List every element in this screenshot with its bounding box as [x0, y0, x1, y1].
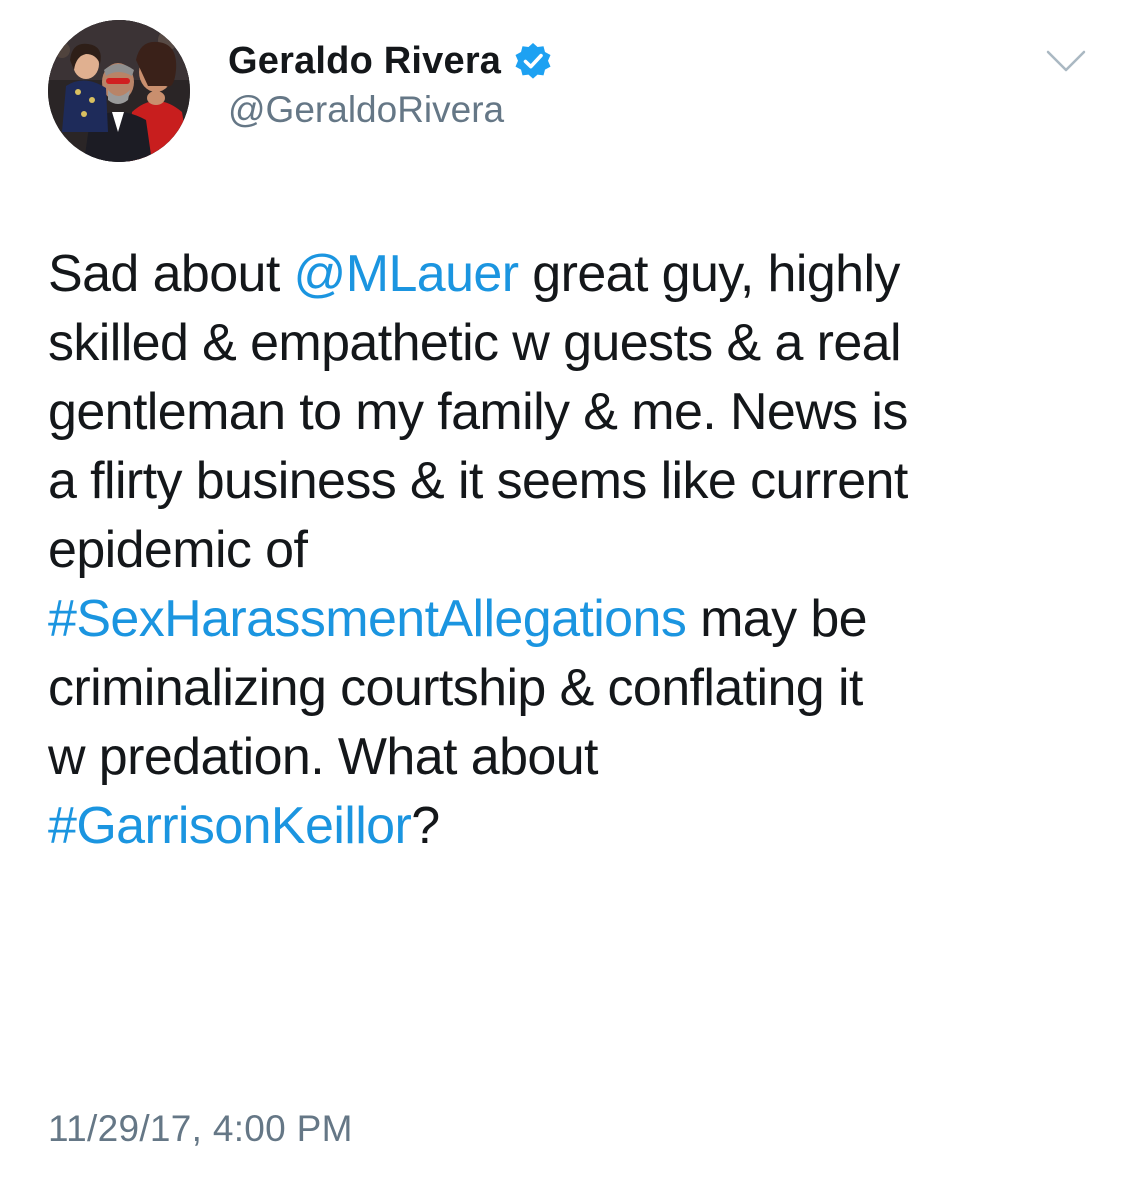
verified-badge-icon — [513, 41, 553, 81]
text-segment: skilled & empathetic w guests & a real — [48, 314, 902, 372]
text-segment: epidemic of — [48, 521, 308, 579]
text-segment: may be — [686, 590, 868, 648]
chevron-down-icon[interactable] — [1044, 46, 1088, 76]
timestamp[interactable]: 11/29/17, 4:00 PM — [48, 1108, 353, 1150]
tweet-text-line: #SexHarassmentAllegations may be — [48, 585, 1088, 654]
tweet-text-line: Sad about @MLauer great guy, highly — [48, 240, 1088, 309]
text-segment: great guy, highly — [518, 245, 900, 303]
tweet-text-line: w predation. What about — [48, 723, 1088, 792]
mention-link[interactable]: @MLauer — [294, 245, 520, 303]
hashtag-link[interactable]: #SexHarassmentAllegations — [48, 590, 687, 648]
hashtag-link[interactable]: #GarrisonKeillor — [48, 797, 412, 855]
avatar[interactable] — [48, 20, 190, 162]
tweet-text-line: #GarrisonKeillor? — [48, 792, 1088, 861]
text-segment: Sad about — [48, 245, 294, 303]
display-name[interactable]: Geraldo Rivera — [228, 40, 501, 83]
tweet-text-line: epidemic of — [48, 516, 1088, 585]
tweet-text-line: a flirty business & it seems like curren… — [48, 447, 1088, 516]
tweet-text: Sad about @MLauer great guy, highly skill… — [48, 240, 1088, 861]
tweet-text-line: skilled & empathetic w guests & a real — [48, 309, 1088, 378]
text-segment: w predation. What about — [48, 728, 598, 786]
author-name-row[interactable]: Geraldo Rivera — [228, 36, 553, 86]
text-segment: gentleman to my family & me. News is — [48, 383, 908, 441]
tweet-text-line: gentleman to my family & me. News is — [48, 378, 1088, 447]
tweet: Geraldo Rivera @GeraldoRivera Sad about … — [0, 0, 1124, 1179]
author-handle[interactable]: @GeraldoRivera — [228, 89, 504, 131]
text-segment: a flirty business & it seems like curren… — [48, 452, 908, 510]
text-segment: ? — [411, 797, 440, 855]
tweet-text-line: criminalizing courtship & conflating it — [48, 654, 1088, 723]
text-segment: criminalizing courtship & conflating it — [48, 659, 863, 717]
avatar-photo — [48, 20, 190, 162]
